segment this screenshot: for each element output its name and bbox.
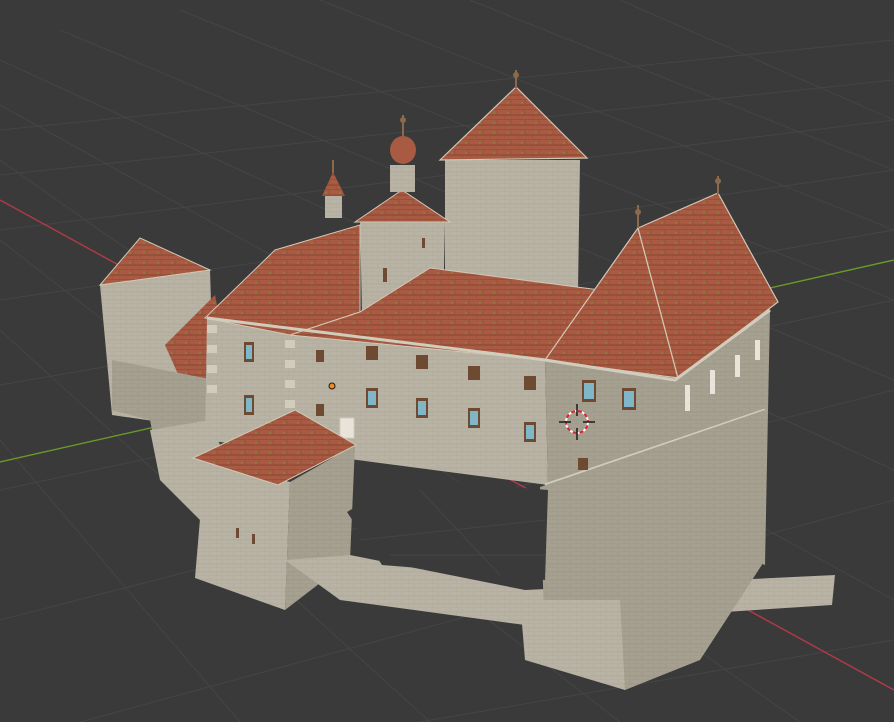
3d-viewport[interactable] (0, 0, 894, 722)
origin-marker[interactable] (328, 382, 336, 390)
castle-model[interactable] (98, 70, 835, 690)
